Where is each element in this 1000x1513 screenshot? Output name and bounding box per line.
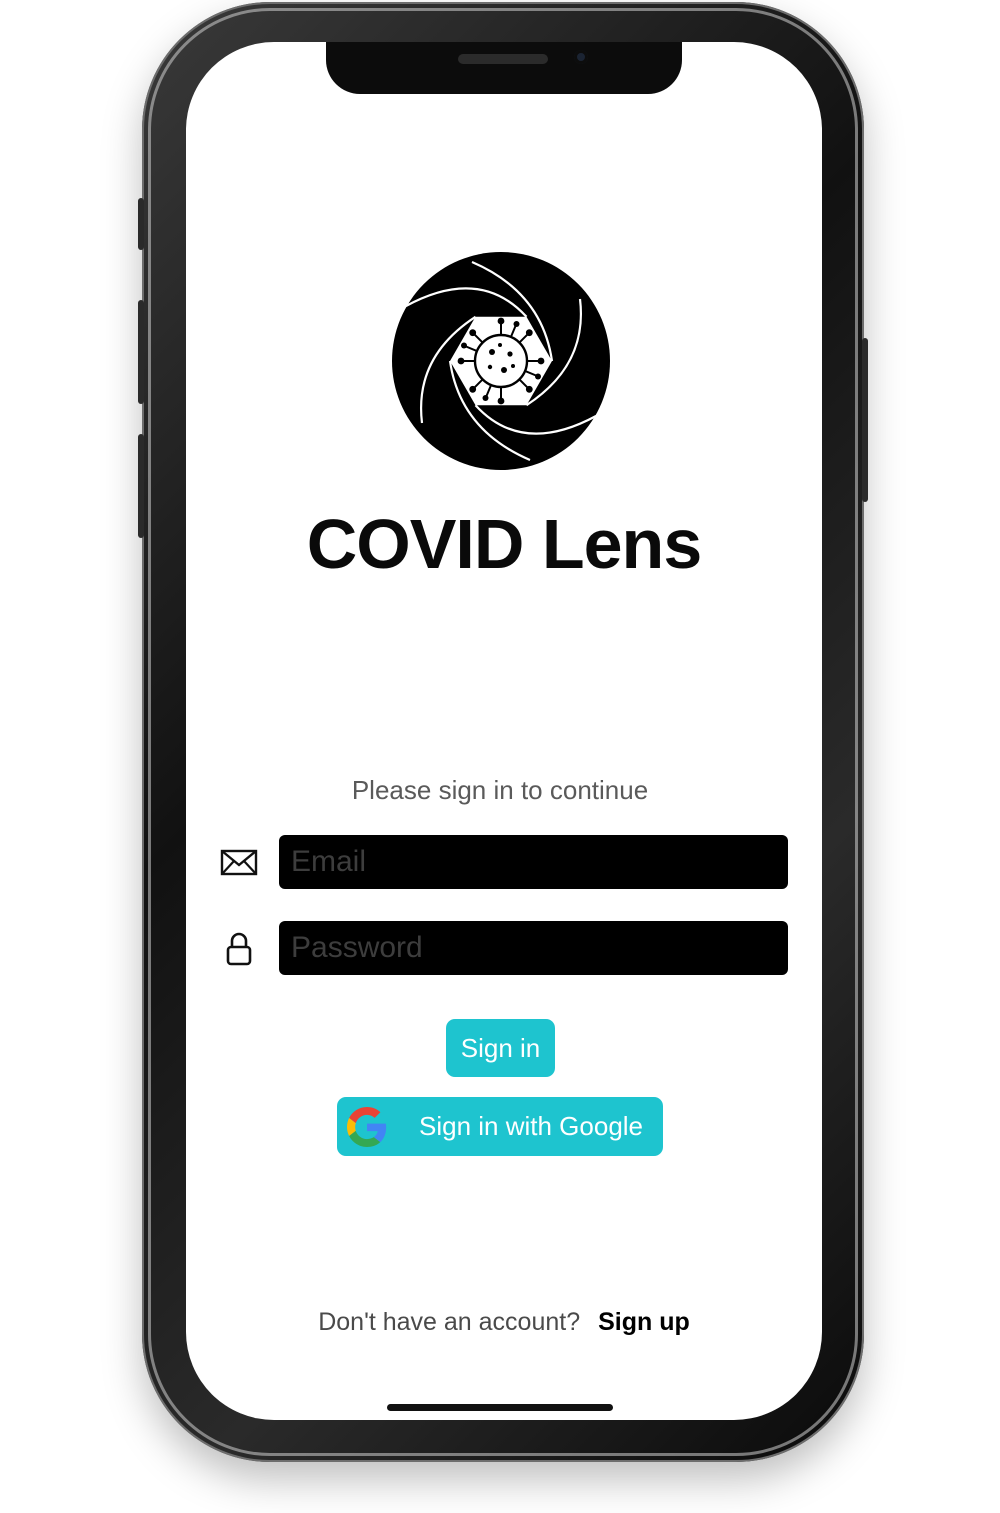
sign-in-button-label: Sign in [460,1032,541,1063]
earpiece-speaker [458,54,548,64]
home-indicator [387,1404,613,1411]
phone-screen: COVID Lens Please sign in to continue Si… [186,42,822,1420]
google-sign-in-label: Sign in with Google [419,1111,644,1141]
google-g-icon [347,1107,387,1147]
covid-lens-logo-icon [392,252,610,470]
signup-prompt: Don't have an account? Sign up [186,1308,822,1337]
lock-icon [226,932,252,966]
volume-up-button [138,300,144,404]
sign-in-prompt: Please sign in to continue [351,775,649,805]
mute-switch [138,198,144,250]
notch [326,42,682,94]
signup-question: Don't have an account? [318,1308,581,1336]
envelope-icon [220,849,258,876]
sign-up-link[interactable]: Sign up [598,1308,690,1336]
power-button [862,338,868,502]
google-sign-in-button[interactable]: Sign in with Google [337,1097,663,1156]
app-title: COVID Lens [306,505,703,583]
email-field[interactable] [279,835,788,889]
front-camera [574,50,588,64]
volume-down-button [138,434,144,538]
password-field[interactable] [279,921,788,975]
sign-in-button[interactable]: Sign in [446,1019,555,1077]
